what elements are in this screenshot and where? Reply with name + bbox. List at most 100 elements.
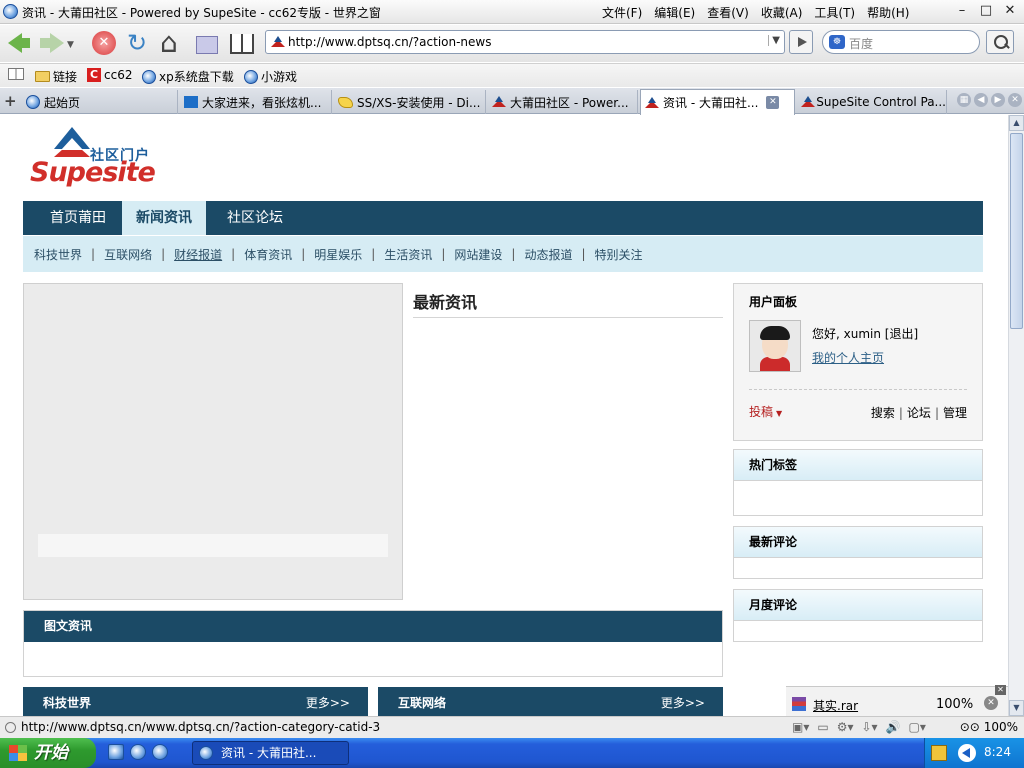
main-nav-home[interactable]: 首页莆田 (36, 201, 120, 235)
tab-label: 资讯 - 大莆田社... (663, 96, 759, 110)
windows-logo-icon (9, 745, 27, 761)
subnav-entertainment[interactable]: 明星娱乐 (314, 246, 362, 263)
tab-news-active[interactable]: 资讯 - 大莆田社... ✕ (640, 89, 795, 115)
forum-bubble-icon (338, 96, 353, 108)
bookmark-xp-download[interactable]: xp系统盘下载 (142, 68, 234, 85)
tab-label: 大莆田社区 - Power... (510, 95, 629, 110)
baidu-paw-icon[interactable]: ☸ (829, 35, 845, 49)
main-nav-news[interactable]: 新闻资讯 (122, 201, 206, 235)
history-icon[interactable] (192, 29, 220, 57)
subnav-internet[interactable]: 互联网络 (104, 246, 152, 263)
address-bar[interactable]: http://www.dptsq.cn/?action-news ▼ (265, 30, 785, 54)
status-text: http://www.dptsq.cn/www.dptsq.cn/?action… (21, 720, 381, 734)
admin-link[interactable]: 管理 (943, 406, 967, 420)
download-filename[interactable]: 其实.rar (813, 697, 858, 714)
maximize-button[interactable]: □ (978, 2, 994, 20)
slideshow-placeholder[interactable] (23, 283, 403, 600)
close-all-tabs-icon[interactable]: ✕ (1008, 93, 1022, 107)
vertical-scrollbar[interactable]: ▲ ▼ (1008, 115, 1024, 716)
system-tray: 8:24 (924, 738, 1024, 768)
submit-dropdown[interactable]: 投稿 ▼ (749, 403, 782, 420)
menu-help[interactable]: 帮助(H) (867, 4, 909, 21)
bookmark-cc62[interactable]: C cc62 (87, 68, 132, 82)
new-tab-plus-icon[interactable]: + (4, 92, 17, 110)
home-icon[interactable] (158, 26, 186, 59)
search-input[interactable]: 百度 (849, 35, 873, 52)
subnav-separator: | (161, 247, 166, 261)
subnav-sports[interactable]: 体育资讯 (244, 246, 292, 263)
tab-scroll-left-icon[interactable]: ◀ (974, 93, 988, 107)
tab-dputian-community[interactable]: 大莆田社区 - Power... (488, 90, 638, 114)
scroll-down-arrow-icon[interactable]: ▼ (1009, 700, 1024, 716)
menu-file[interactable]: 文件(F) (602, 4, 642, 21)
back-arrow-icon[interactable] (5, 29, 33, 57)
forum-link[interactable]: 论坛 (907, 406, 931, 420)
minimize-button[interactable]: – (954, 2, 970, 20)
subnav-tech[interactable]: 科技世界 (34, 246, 82, 263)
subnav-dynamic[interactable]: 动态报道 (524, 246, 572, 263)
subnav-special[interactable]: 特别关注 (595, 246, 643, 263)
scroll-up-arrow-icon[interactable]: ▲ (1009, 115, 1024, 131)
address-dropdown-icon[interactable]: ▼ (768, 35, 780, 46)
more-link[interactable]: 更多>> (661, 694, 705, 711)
bookmarks-toggle[interactable] (8, 68, 24, 80)
tab-scroll-right-icon[interactable]: ▶ (991, 93, 1005, 107)
taskbar-window-label: 资讯 - 大莆田社... (221, 746, 317, 760)
search-box[interactable]: ☸ 百度 (822, 30, 980, 54)
refresh-icon[interactable] (124, 29, 152, 57)
tab-ss-xs-install[interactable]: SS/XS-安装使用 - Di... (334, 90, 486, 114)
window-icon[interactable]: ▭ (817, 720, 828, 734)
menu-tools[interactable]: 工具(T) (814, 4, 855, 21)
image-news-section: 图文资讯 (23, 610, 723, 677)
search-magnifier-icon[interactable] (986, 30, 1014, 54)
tab-start-page[interactable]: 起始页 (22, 90, 178, 114)
search-link[interactable]: 搜索 (871, 406, 895, 420)
close-tab-icon[interactable]: ✕ (766, 96, 780, 109)
menu-favorites[interactable]: 收藏(A) (761, 4, 803, 21)
input-method-icon[interactable] (931, 745, 947, 761)
menu-view[interactable]: 查看(V) (707, 4, 749, 21)
quick-launch-app-icon[interactable] (108, 744, 124, 760)
tab-list-icon[interactable]: ▦ (957, 93, 971, 107)
menu-edit[interactable]: 编辑(E) (654, 4, 695, 21)
image-news-title: 图文资讯 (24, 611, 722, 642)
quick-launch-browser-icon[interactable] (130, 744, 146, 760)
supesite-logo[interactable]: 社区门户 Supesite (30, 127, 160, 189)
close-download-bar-icon[interactable]: ✕ (995, 685, 1006, 695)
popup-blocker-icon[interactable]: ▣▾ (792, 720, 809, 734)
go-button[interactable] (789, 30, 813, 54)
logo-brand: Supesite (30, 157, 156, 188)
subnav-webdev[interactable]: 网站建设 (454, 246, 502, 263)
tray-arrow-icon[interactable] (958, 744, 976, 762)
hot-tags-box: 热门标签 (733, 449, 983, 516)
favorites-book-icon[interactable] (226, 29, 254, 57)
quick-launch-ie-icon[interactable] (152, 744, 168, 760)
avatar-hair-icon (760, 326, 790, 340)
bookmark-games[interactable]: 小游戏 (244, 68, 297, 85)
address-url[interactable]: http://www.dptsq.cn/?action-news (288, 35, 491, 49)
download-arrow-icon[interactable]: ⇩▾ (862, 720, 878, 734)
taskbar-window-button[interactable]: 资讯 - 大莆田社... (192, 741, 349, 765)
more-link[interactable]: 更多>> (306, 694, 350, 711)
cancel-download-icon[interactable]: ✕ (984, 696, 998, 710)
user-greeting[interactable]: 您好, xumin [退出] (812, 325, 918, 342)
main-nav-forum[interactable]: 社区论坛 (213, 201, 297, 235)
start-button[interactable]: 开始 (0, 738, 96, 768)
zoom-level[interactable]: ⊙⊙ 100% (960, 720, 1018, 734)
avatar[interactable] (749, 320, 801, 372)
sound-icon[interactable]: 🔊 (886, 720, 901, 734)
subnav-finance[interactable]: 财经报道 (174, 246, 222, 263)
stop-icon[interactable] (90, 29, 118, 57)
tab-dajia[interactable]: 大家进来，看张炫机... (180, 90, 332, 114)
subnav-life[interactable]: 生活资讯 (384, 246, 432, 263)
screen-icon[interactable]: ▢▾ (909, 720, 926, 734)
forward-arrow-icon[interactable] (36, 29, 64, 57)
forward-dropdown-icon[interactable]: ▼ (67, 40, 74, 50)
bookmark-links[interactable]: 链接 (35, 68, 77, 85)
close-window-button[interactable]: ✕ (1002, 2, 1018, 20)
settings-icon[interactable]: ⚙▾ (837, 720, 854, 734)
my-homepage-link[interactable]: 我的个人主页 (812, 349, 884, 366)
scroll-thumb[interactable] (1010, 133, 1023, 329)
book-icon (8, 68, 24, 80)
tab-supesite-control-panel[interactable]: SupeSite Control Pa... (797, 90, 947, 114)
